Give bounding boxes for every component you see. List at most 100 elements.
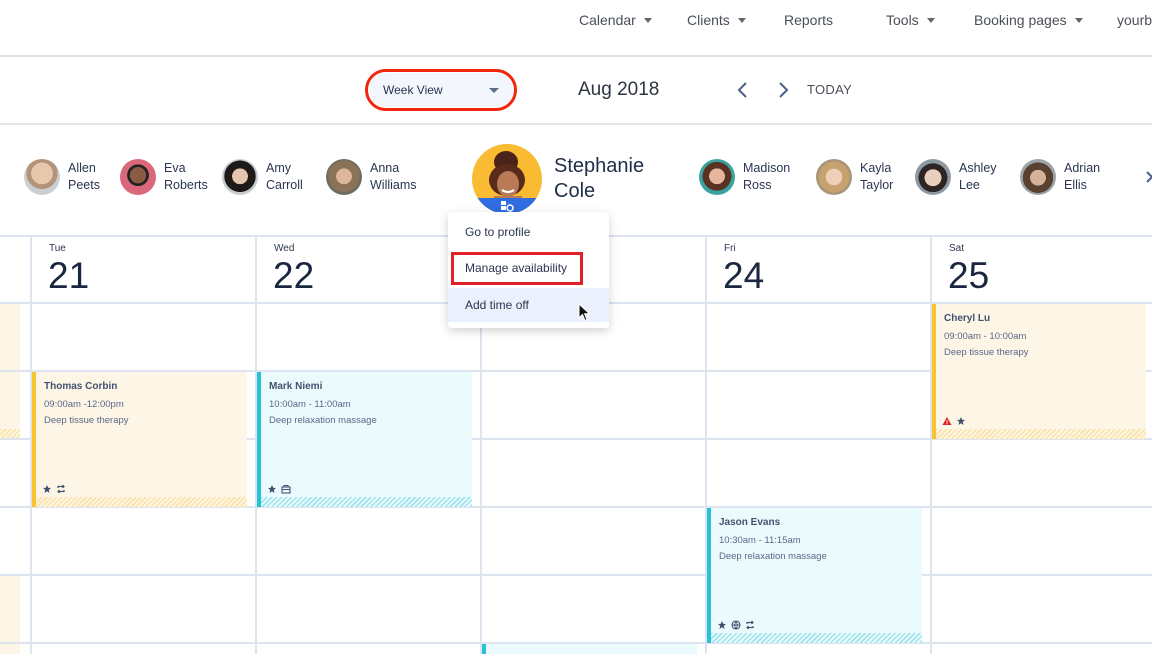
nav-clients-label: Clients (687, 12, 730, 28)
event-hatch (936, 429, 1146, 439)
nav-calendar[interactable]: Calendar (579, 12, 652, 28)
staff-madison-ross[interactable]: Madison Ross (699, 159, 790, 195)
avatar (816, 159, 852, 195)
event-service: Deep relaxation massage (269, 415, 377, 426)
staff-last-name: Ross (743, 178, 772, 192)
gift-icon (281, 484, 291, 494)
menu-item-manage-availability[interactable]: Manage availability (448, 251, 609, 285)
staff-kayla-taylor[interactable]: Kayla Taylor (816, 159, 893, 195)
event-client: Jason Evans (719, 517, 781, 528)
day-number: 21 (48, 255, 90, 296)
event-time: 10:30am - 11:15am (719, 535, 801, 546)
staff-allen-peets[interactable]: Allen Peets (24, 159, 100, 195)
staff-eva-roberts[interactable]: Eva Roberts (120, 159, 208, 195)
event-client: Mark Niemi (269, 381, 323, 392)
nav-tools[interactable]: Tools (886, 12, 935, 28)
event-client: Thomas Corbin (44, 381, 118, 392)
caret-down-icon (926, 17, 935, 23)
grid-line (0, 574, 1152, 576)
event-time: 09:00am -12:00pm (44, 399, 124, 410)
day-header-tue[interactable]: Tue 21 (32, 235, 255, 302)
staff-first-name: Adrian (1064, 161, 1101, 175)
nav-booking-pages-label: Booking pages (974, 12, 1067, 28)
staff-first-name: Anna (370, 161, 400, 175)
day-header-wed[interactable]: Wed 22 (257, 235, 480, 302)
day-header-fri[interactable]: Fri 24 (707, 235, 930, 302)
event-service: Deep tissue therapy (44, 415, 129, 426)
next-week-button[interactable] (773, 79, 793, 101)
globe-icon (731, 620, 741, 630)
staff-last-name: Ellis (1064, 178, 1087, 192)
top-nav: Calendar Clients Reports Tools Booking p… (0, 0, 1152, 57)
staff-stephanie-cole-selected[interactable]: Stephanie Cole (472, 144, 644, 214)
staff-first-name: Kayla (860, 161, 892, 175)
view-select[interactable]: Week View (369, 73, 513, 107)
nav-reports-label: Reports (784, 12, 834, 28)
staff-last-name: Carroll (266, 178, 303, 192)
staff-anna-williams[interactable]: Anna Williams (326, 159, 417, 195)
day-number: 25 (948, 255, 990, 296)
avatar (472, 144, 542, 214)
day-number: 24 (723, 255, 765, 296)
event-hatch (261, 497, 472, 507)
staff-first-name: Amy (266, 161, 291, 175)
day-of-week: Sat (949, 243, 965, 254)
avatar (120, 159, 156, 195)
star-icon (957, 417, 965, 425)
today-button[interactable]: TODAY (807, 82, 852, 97)
staff-first-name: Madison (743, 161, 791, 175)
chevron-right-icon (1146, 171, 1152, 183)
staff-last-name: Peets (68, 178, 100, 192)
event-service: Deep relaxation massage (719, 551, 827, 562)
staff-amy-carroll[interactable]: Amy Carroll (222, 159, 303, 195)
caret-down-icon (643, 17, 652, 23)
nav-calendar-label: Calendar (579, 12, 636, 28)
staff-first-name: Ashley (959, 161, 997, 175)
warning-icon (942, 417, 952, 425)
avatar (699, 159, 735, 195)
star-icon (268, 485, 276, 493)
appointment-partial[interactable] (482, 644, 697, 654)
chevron-left-icon (737, 82, 747, 98)
staff-last-name: Cole (554, 180, 596, 202)
event-time: 10:00am - 11:00am (269, 399, 351, 410)
staff-first-name: Allen (68, 161, 96, 175)
appointment-mark-niemi[interactable]: Mark Niemi 10:00am - 11:00am Deep relaxa… (257, 372, 472, 507)
staff-first-name: Stephanie (554, 155, 645, 177)
staff-last-name: Williams (370, 178, 417, 192)
appointment-jason-evans[interactable]: Jason Evans 10:30am - 11:15am Deep relax… (707, 508, 922, 643)
caret-down-icon (737, 17, 746, 23)
nav-account-label: yourb (1117, 12, 1152, 28)
day-of-week: Wed (274, 243, 295, 254)
appointment-cheryl-lu[interactable]: Cheryl Lu 09:00am - 10:00am Deep tissue … (932, 304, 1146, 439)
mouse-cursor-icon (578, 303, 591, 322)
appointment-thomas-corbin[interactable]: Thomas Corbin 09:00am -12:00pm Deep tiss… (32, 372, 247, 507)
avatar (24, 159, 60, 195)
avatar (222, 159, 258, 195)
caret-down-icon (489, 88, 499, 93)
staff-adrian-ellis[interactable]: Adrian Ellis (1020, 159, 1100, 195)
month-label: Aug 2018 (578, 79, 660, 100)
event-hatch (711, 633, 922, 643)
nav-reports[interactable]: Reports (784, 12, 833, 28)
caret-down-icon (1074, 17, 1083, 23)
avatar (915, 159, 951, 195)
event-time: 09:00am - 10:00am (944, 331, 1027, 342)
prev-week-button[interactable] (733, 79, 753, 101)
day-header-sat[interactable]: Sat 25 (932, 235, 1152, 302)
menu-item-go-to-profile[interactable]: Go to profile (448, 215, 609, 249)
staff-next-button[interactable] (1145, 169, 1152, 190)
staff-first-name: Eva (164, 161, 186, 175)
star-icon (718, 621, 726, 629)
repeat-icon (57, 484, 65, 494)
staff-ashley-lee[interactable]: Ashley Lee (915, 159, 997, 195)
nav-booking-pages[interactable]: Booking pages (974, 12, 1083, 28)
star-icon (43, 485, 51, 493)
staff-last-name: Roberts (164, 178, 208, 192)
nav-account[interactable]: yourb (1117, 12, 1152, 28)
view-select-value: Week View (383, 83, 443, 97)
nav-clients[interactable]: Clients (687, 12, 746, 28)
event-service: Deep tissue therapy (944, 347, 1029, 358)
day-number: 22 (273, 255, 315, 296)
day-of-week: Tue (49, 243, 66, 254)
